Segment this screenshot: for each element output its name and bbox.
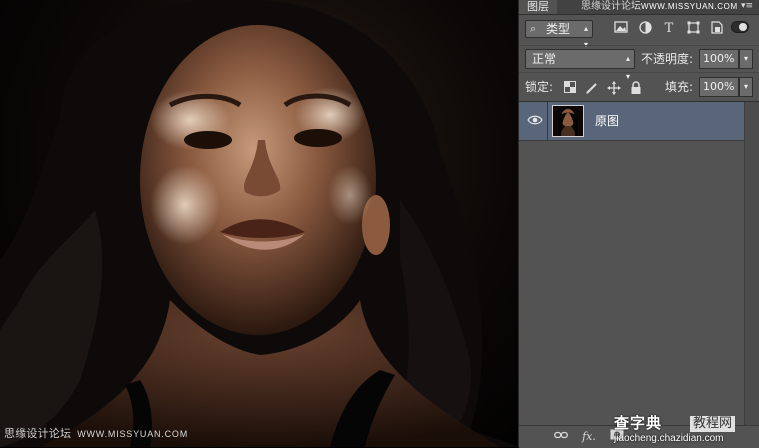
layer-row-original[interactable]: 原图 <box>519 102 745 141</box>
filter-toggle-icon[interactable] <box>731 21 749 37</box>
fx-icon[interactable]: fx. <box>581 429 597 445</box>
lock-all-icon[interactable] <box>629 81 643 95</box>
layer-thumbnail[interactable] <box>552 105 584 137</box>
site-watermark-brand: 查字典 <box>614 414 663 432</box>
filter-row: ⌕ 类型 ▴ ▾ T <box>519 15 759 49</box>
adjustment-filter-icon[interactable] <box>637 21 653 37</box>
lock-transparent-icon[interactable] <box>563 81 577 95</box>
eye-divider <box>547 102 548 140</box>
top-watermark-text: 思缘设计论坛 <box>581 1 641 12</box>
filter-kind-select[interactable]: ⌕ 类型 ▴ ▾ <box>525 20 593 49</box>
filter-kind-label: 类型 <box>546 22 571 36</box>
opacity-dropdown-icon[interactable]: ▾ <box>739 49 753 69</box>
shape-filter-icon[interactable] <box>685 21 701 37</box>
tab-layers[interactable]: 图层 <box>519 0 557 14</box>
pixel-filter-icon[interactable] <box>613 21 629 37</box>
canvas-watermark-url: WWW.MISSYUAN.COM <box>77 429 188 439</box>
layers-scrollbar[interactable] <box>744 102 759 426</box>
panel-menu-icon[interactable]: ▾≡ <box>741 1 753 11</box>
layer-name[interactable]: 原图 <box>595 112 619 130</box>
canvas-watermark-text: 思缘设计论坛 <box>4 427 72 440</box>
blend-row: 正常 ▴ ▾ 不透明度: 100% ▾ <box>519 45 759 81</box>
panel-tab-bar: 图层 思缘设计论坛WWW.MISSYUAN.COM ▾≡ <box>519 0 759 15</box>
site-watermark: 查字典 教程网 jiaocheng.chazidian.com <box>614 414 759 447</box>
lock-label: 锁定: <box>525 80 554 94</box>
top-watermark: 思缘设计论坛WWW.MISSYUAN.COM <box>581 2 738 12</box>
lock-pixels-icon[interactable] <box>585 81 599 95</box>
lock-row: 锁定: 填充: 100% ▾ <box>519 72 759 101</box>
canvas-watermark: 思缘设计论坛 WWW.MISSYUAN.COM <box>4 425 188 441</box>
blend-mode-select[interactable]: 正常 ▴ ▾ <box>525 49 635 81</box>
blend-mode-value: 正常 <box>532 52 557 66</box>
site-watermark-url: jiaocheng.chazidian.com <box>614 433 724 444</box>
opacity-input[interactable]: 100% <box>699 49 739 69</box>
layers-list: 原图 <box>519 101 759 426</box>
layers-panel: 图层 思缘设计论坛WWW.MISSYUAN.COM ▾≡ ⌕ 类型 ▴▾ T <box>518 0 759 448</box>
fill-dropdown-icon[interactable]: ▾ <box>739 77 753 97</box>
link-layers-icon[interactable] <box>553 429 569 445</box>
site-watermark-section: 教程网 <box>690 416 736 432</box>
visibility-eye-icon[interactable] <box>527 114 543 128</box>
lock-position-icon[interactable] <box>607 81 621 95</box>
search-icon: ⌕ <box>530 22 537 35</box>
fill-input[interactable]: 100% <box>699 77 739 97</box>
smart-object-filter-icon[interactable] <box>709 21 725 37</box>
type-filter-icon[interactable]: T <box>661 21 677 37</box>
portrait-photo <box>0 0 518 447</box>
opacity-label: 不透明度: <box>641 52 694 66</box>
document-canvas[interactable]: 思缘设计论坛 WWW.MISSYUAN.COM <box>0 0 518 447</box>
fill-label: 填充: <box>665 80 694 94</box>
top-watermark-url: WWW.MISSYUAN.COM <box>641 2 738 11</box>
